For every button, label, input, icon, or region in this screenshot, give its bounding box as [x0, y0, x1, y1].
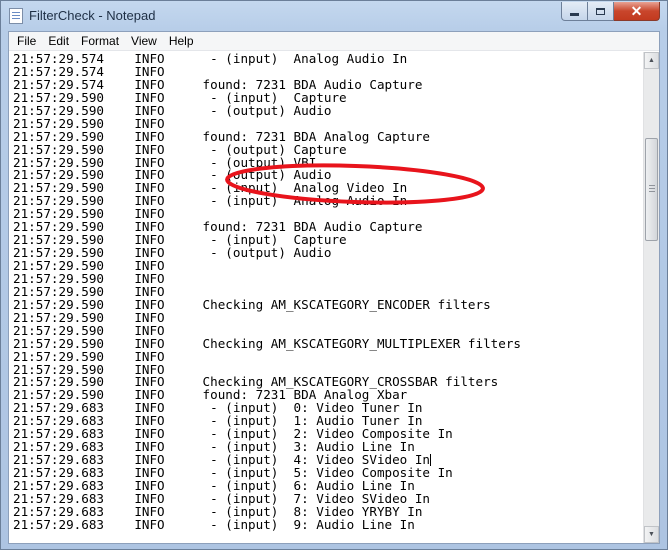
- line-text: 21:57:29.683 INFO - (input) 9: Audio Lin…: [13, 516, 415, 532]
- minimize-button[interactable]: [561, 2, 588, 21]
- menu-view[interactable]: View: [125, 32, 163, 51]
- maximize-icon: [596, 7, 605, 15]
- menu-help[interactable]: Help: [163, 32, 200, 51]
- scroll-down-button[interactable]: ▼: [644, 526, 659, 543]
- scroll-up-button[interactable]: ▲: [644, 52, 659, 69]
- menu-file[interactable]: File: [11, 32, 42, 51]
- menu-format[interactable]: Format: [75, 32, 125, 51]
- text-line: 21:57:29.683 INFO - (input) 9: Audio Lin…: [13, 516, 521, 532]
- notepad-window: FilterCheck - Notepad ✕ File Edit Format…: [0, 0, 668, 550]
- arrow-down-icon: ▼: [648, 531, 655, 538]
- text-lines: 21:57:29.574 INFO - (input) Analog Audio…: [13, 52, 521, 532]
- text-editor[interactable]: 21:57:29.574 INFO - (input) Analog Audio…: [9, 52, 643, 543]
- vertical-scrollbar[interactable]: ▲ ▼: [643, 52, 659, 543]
- scrollbar-thumb[interactable]: [645, 138, 658, 241]
- arrow-up-icon: ▲: [648, 57, 655, 64]
- title-bar[interactable]: FilterCheck - Notepad ✕: [1, 1, 667, 31]
- window-title: FilterCheck - Notepad: [29, 8, 156, 23]
- close-icon: ✕: [630, 3, 643, 19]
- minimize-icon: [570, 12, 579, 16]
- maximize-button[interactable]: [588, 2, 614, 21]
- menu-bar: File Edit Format View Help: [9, 32, 659, 51]
- close-button[interactable]: ✕: [614, 2, 660, 21]
- menu-edit[interactable]: Edit: [42, 32, 75, 51]
- grip-icon: [649, 185, 655, 194]
- notepad-icon[interactable]: [9, 8, 23, 24]
- client-area: File Edit Format View Help 21:57:29.574 …: [8, 31, 660, 544]
